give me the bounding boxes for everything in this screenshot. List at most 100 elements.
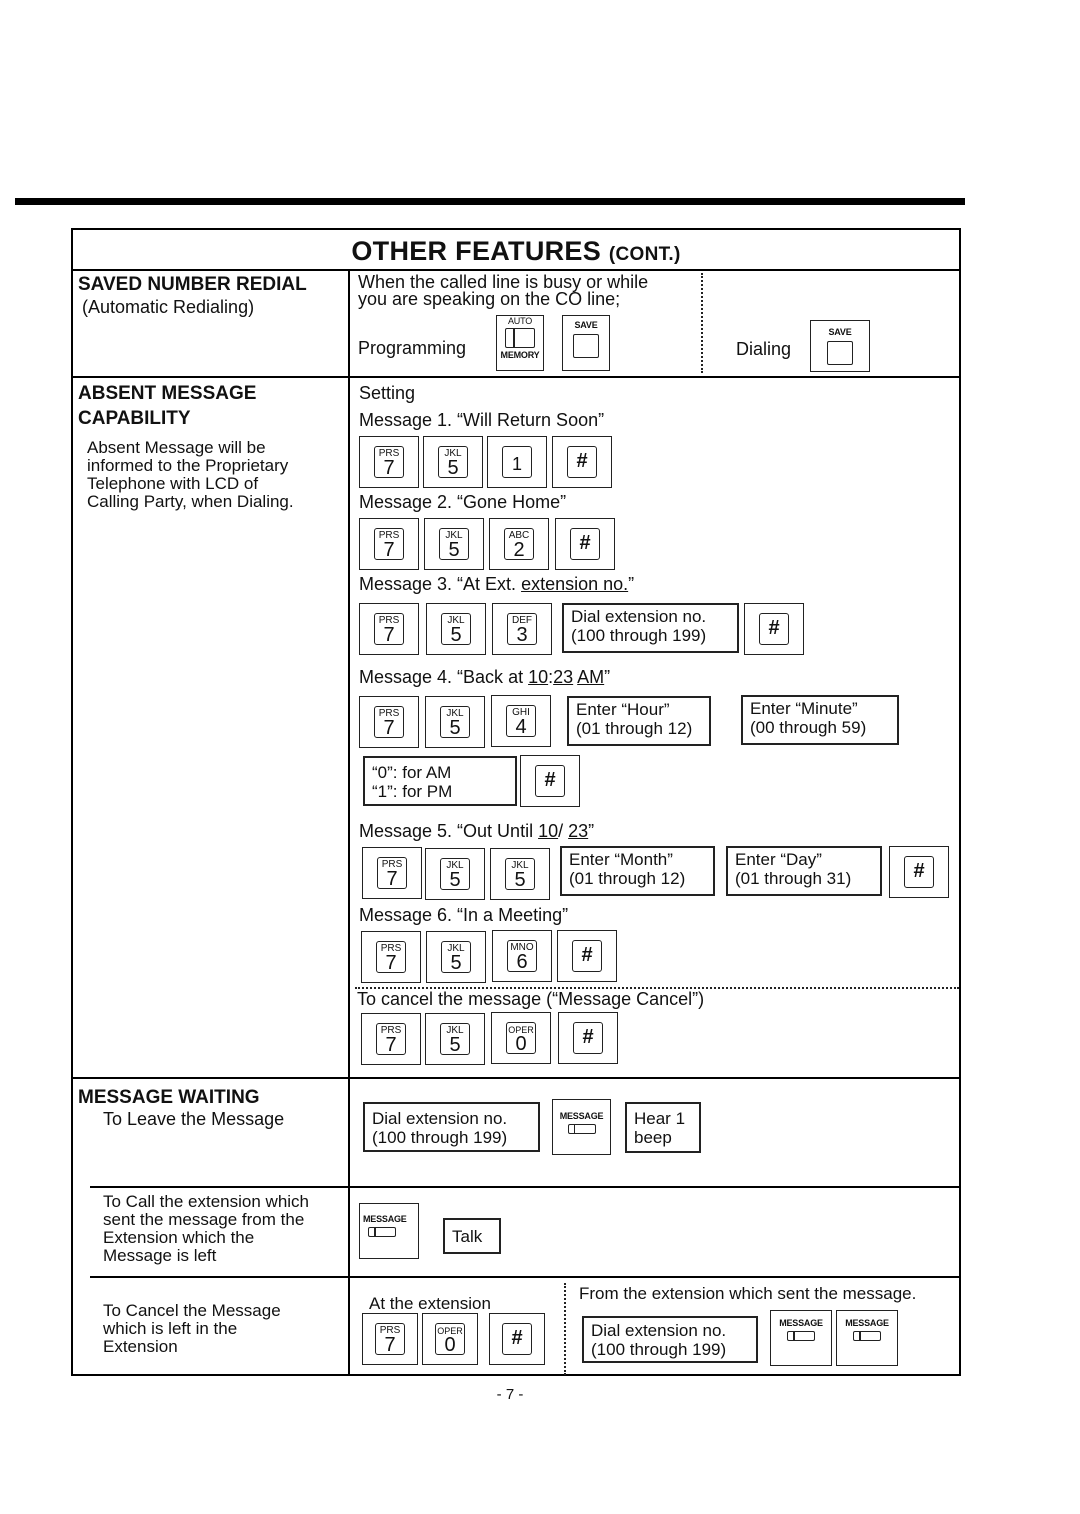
key-5-jkl[interactable]: JKL 5 xyxy=(426,603,486,655)
key-led-icon xyxy=(505,328,535,348)
key-0-oper[interactable]: OPER 0 xyxy=(491,1012,551,1064)
key-num: 5 xyxy=(449,1034,461,1056)
message-5-label: Message 5. “Out Until 10/ 23” xyxy=(359,822,594,841)
dialing-label: Dialing xyxy=(736,339,792,359)
absent-message-heading-2: CAPABILITY xyxy=(78,408,191,429)
key-led-icon xyxy=(567,1124,596,1134)
key-7-prs[interactable]: PRS 7 xyxy=(359,436,419,488)
box-line-1: Enter “Hour” xyxy=(576,700,670,719)
cancel-label-2: which is left in the xyxy=(103,1319,238,1338)
row-divider-1 xyxy=(71,376,961,378)
save-key-programming[interactable]: SAVE xyxy=(562,315,610,371)
message-key[interactable]: MESSAGE xyxy=(359,1203,419,1259)
key-num: 6 xyxy=(516,951,528,973)
key-7-prs[interactable]: PRS 7 xyxy=(362,1313,418,1365)
row-divider-3 xyxy=(90,1186,961,1188)
key-7-prs[interactable]: PRS 7 xyxy=(359,518,419,570)
key-6-mno[interactable]: MNO 6 xyxy=(492,930,552,982)
hash-icon: # xyxy=(913,860,925,882)
key-5-jkl[interactable]: JKL 5 xyxy=(425,1013,485,1065)
cancel-label-3: Extension xyxy=(103,1337,178,1356)
key-num: 2 xyxy=(513,539,525,561)
key-7-prs[interactable]: PRS 7 xyxy=(361,1013,421,1065)
minute-underlined: 23 xyxy=(553,667,574,687)
programming-label: Programming xyxy=(358,338,467,358)
box-line-1: Enter “Minute” xyxy=(750,699,858,718)
key-7-prs[interactable]: PRS 7 xyxy=(359,603,419,655)
key-hash[interactable]: # xyxy=(489,1313,545,1365)
box-line-2: “1”: for PM xyxy=(372,782,453,801)
key-num: 5 xyxy=(450,952,462,974)
key-5-jkl[interactable]: JKL 5 xyxy=(490,848,550,900)
key-hash[interactable]: # xyxy=(558,1012,618,1064)
key-hash[interactable]: # xyxy=(520,755,580,807)
call-label-3: Extension which the xyxy=(103,1228,255,1247)
box-line-1: Dial extension no. xyxy=(571,607,707,626)
call-label-2: sent the message from the xyxy=(103,1210,305,1229)
message-1-label: Message 1. “Will Return Soon” xyxy=(359,410,605,430)
key-4-ghi[interactable]: GHI 4 xyxy=(491,695,551,747)
key-7-prs[interactable]: PRS 7 xyxy=(362,847,422,899)
key-hash[interactable]: # xyxy=(744,603,804,655)
key-num: 7 xyxy=(386,868,398,890)
message-key[interactable]: MESSAGE xyxy=(552,1099,611,1155)
key-7-prs[interactable]: PRS 7 xyxy=(361,931,421,983)
key-5-jkl[interactable]: JKL 5 xyxy=(423,436,483,488)
message-key-label: MESSAGE xyxy=(779,1318,823,1328)
box-line-2: (00 through 59) xyxy=(750,718,867,737)
column-divider xyxy=(348,269,350,1376)
key-0-oper[interactable]: OPER 0 xyxy=(422,1313,478,1365)
key-2-abc[interactable]: ABC 2 xyxy=(489,518,549,570)
key-1[interactable]: 1 xyxy=(487,436,547,488)
key-hash[interactable]: # xyxy=(555,518,615,570)
box-line-1: “0”: for AM xyxy=(372,763,452,782)
condition-line-2: you are speaking on the CO line; xyxy=(358,289,621,309)
hash-icon: # xyxy=(579,532,591,554)
auto-memory-key[interactable]: AUTO MEMORY xyxy=(496,315,544,371)
save-key-dialing[interactable]: SAVE xyxy=(810,320,870,372)
key-hash[interactable]: # xyxy=(552,436,612,488)
key-led-icon xyxy=(368,1227,396,1237)
enter-day-box: Enter “Day” (01 through 31) xyxy=(726,846,882,896)
message-2-label: Message 2. “Gone Home” xyxy=(359,492,567,512)
hash-icon: # xyxy=(511,1327,523,1349)
box-line-2: beep xyxy=(634,1128,672,1147)
hash-icon: # xyxy=(576,450,588,472)
hash-icon: # xyxy=(581,944,593,966)
key-num: 5 xyxy=(449,717,461,739)
box-line-2: (01 through 12) xyxy=(576,719,693,738)
absent-desc-4: Calling Party, when Dialing. xyxy=(87,492,294,511)
box-line-1: Enter “Month” xyxy=(569,850,673,869)
label-prefix: Message 3. “At Ext. xyxy=(359,574,522,594)
key-5-jkl[interactable]: JKL 5 xyxy=(424,518,484,570)
row-divider-2 xyxy=(71,1077,961,1079)
dial-extension-box: Dial extension no. (100 through 199) xyxy=(582,1316,758,1363)
message-key[interactable]: MESSAGE xyxy=(836,1310,898,1366)
box-line-2: (01 through 12) xyxy=(569,869,686,888)
key-num: 7 xyxy=(385,952,397,974)
box-line-1: Dial extension no. xyxy=(591,1321,727,1340)
key-hash[interactable]: # xyxy=(557,930,617,982)
absent-desc-3: Telephone with LCD of xyxy=(87,474,259,493)
box-line-2: (100 through 199) xyxy=(372,1128,508,1147)
key-5-jkl[interactable]: JKL 5 xyxy=(425,848,485,900)
leave-message-label: To Leave the Message xyxy=(103,1109,285,1129)
key-5-jkl[interactable]: JKL 5 xyxy=(426,931,486,983)
message-key-label: MESSAGE xyxy=(363,1214,407,1224)
absent-desc-1: Absent Message will be xyxy=(87,438,266,457)
label-suffix: ” xyxy=(604,667,611,687)
message-key[interactable]: MESSAGE xyxy=(770,1310,832,1366)
key-num: 5 xyxy=(447,457,459,479)
key-5-jkl[interactable]: JKL 5 xyxy=(425,696,485,748)
hash-icon: # xyxy=(582,1026,594,1048)
auto-label: AUTO xyxy=(507,316,533,326)
message-waiting-heading: MESSAGE WAITING xyxy=(78,1087,260,1108)
label-suffix: ” xyxy=(588,821,595,841)
title-divider xyxy=(71,269,961,271)
row-divider-4 xyxy=(90,1276,961,1278)
key-7-prs[interactable]: PRS 7 xyxy=(359,696,419,748)
key-hash[interactable]: # xyxy=(889,846,949,898)
talk-label: Talk xyxy=(452,1227,483,1246)
dotted-separator xyxy=(701,273,703,373)
key-3-def[interactable]: DEF 3 xyxy=(492,603,552,655)
